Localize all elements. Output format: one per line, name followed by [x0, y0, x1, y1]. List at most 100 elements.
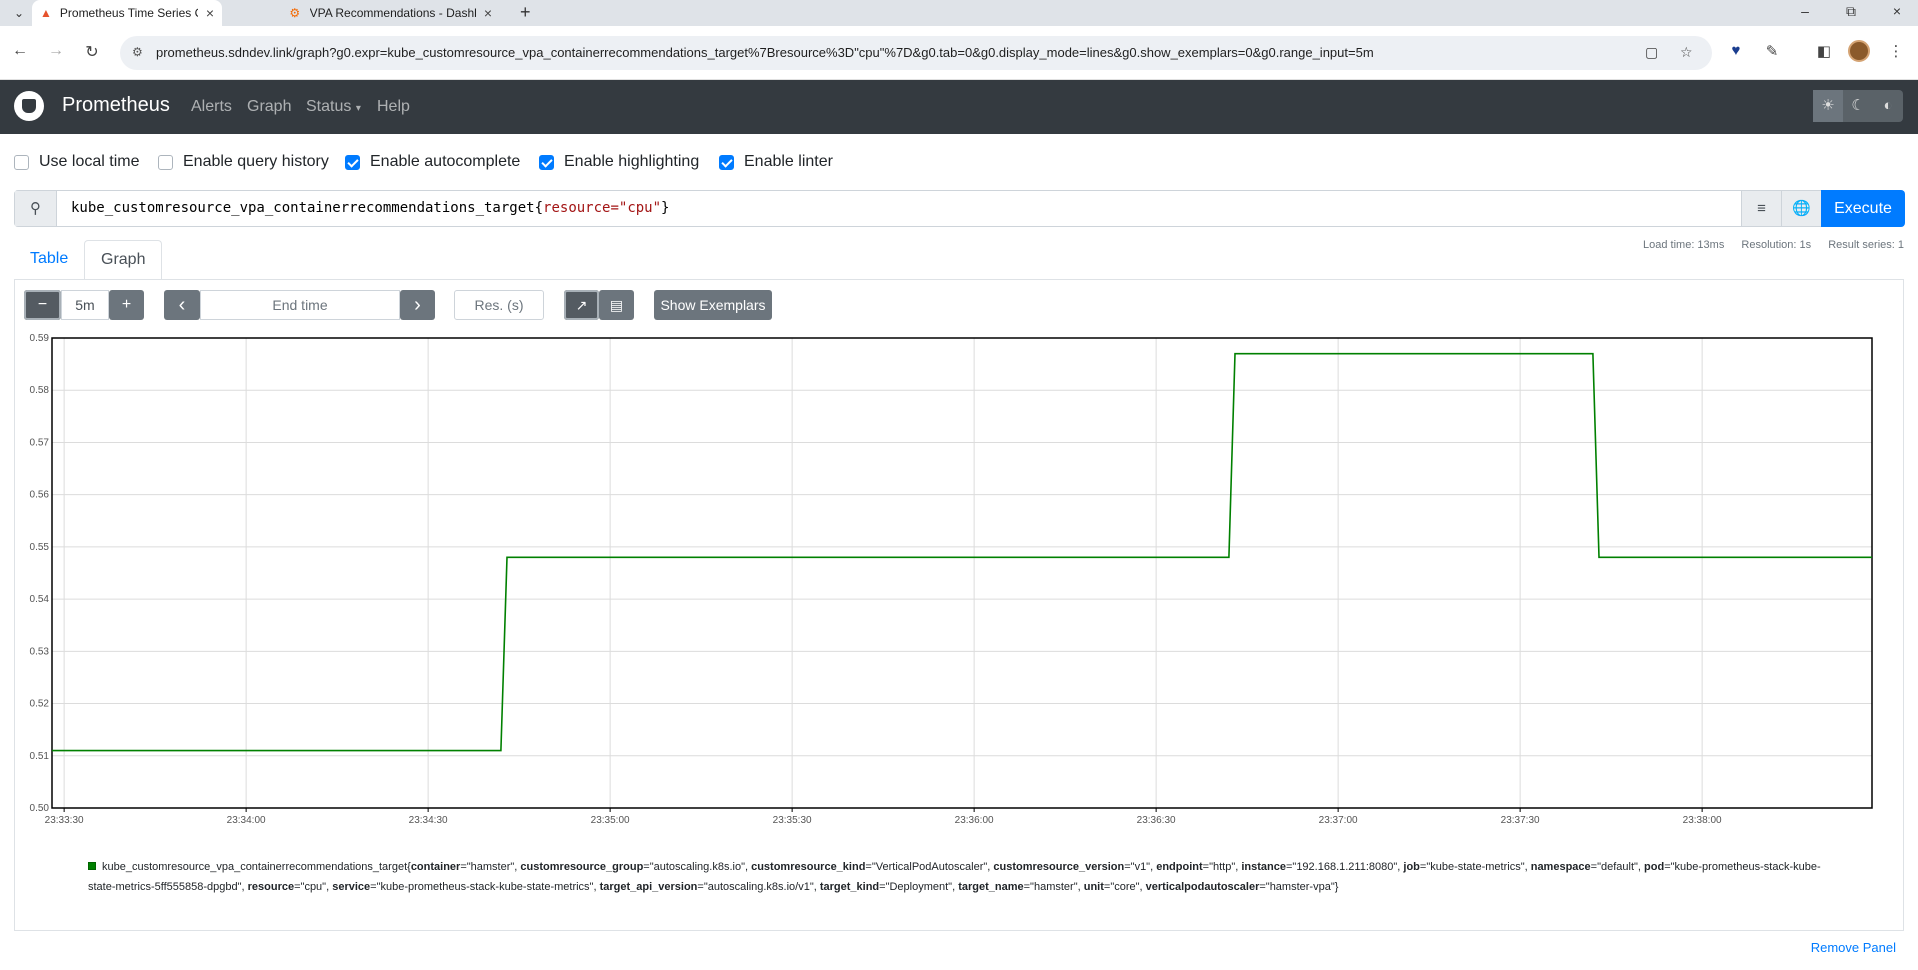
- metrics-explorer-globe-icon[interactable]: 🌐: [1781, 191, 1821, 226]
- legend-label-key: resource: [247, 881, 295, 893]
- extensions-puzzle-icon[interactable]: ✎: [1760, 42, 1784, 60]
- y-tick-label: 0.59: [30, 333, 50, 344]
- half-circle-icon[interactable]: ◐: [1873, 90, 1903, 122]
- profile-avatar[interactable]: [1848, 40, 1870, 62]
- legend-label-key: instance: [1241, 861, 1286, 873]
- legend-metric-name: kube_customresource_vpa_containerrecomme…: [102, 861, 408, 873]
- sun-icon[interactable]: ☀: [1813, 90, 1843, 122]
- legend-label-value: ="kube-state-metrics",: [1419, 861, 1531, 873]
- moon-icon[interactable]: ☾: [1843, 90, 1873, 122]
- option-enable-query-history[interactable]: Enable query history: [158, 153, 329, 171]
- lines-mode-chart-icon[interactable]: ↗: [564, 290, 599, 320]
- checkbox[interactable]: [14, 154, 29, 170]
- show-exemplars-button[interactable]: Show Exemplars: [654, 290, 772, 320]
- prometheus-logo-icon[interactable]: [14, 91, 44, 121]
- navbar-brand[interactable]: Prometheus: [62, 94, 170, 117]
- end-time-back-button[interactable]: ‹: [164, 290, 200, 320]
- x-tick-label: 23:36:30: [1137, 815, 1176, 826]
- end-time-forward-button[interactable]: ›: [400, 290, 435, 320]
- close-tab-icon[interactable]: ×: [206, 5, 214, 21]
- end-time-input[interactable]: End time: [200, 290, 400, 320]
- expr-close-brace: }: [661, 200, 670, 216]
- option-enable-linter[interactable]: Enable linter: [719, 153, 833, 171]
- checkbox-checked[interactable]: [539, 154, 554, 170]
- legend-label-key: target_api_version: [599, 881, 698, 893]
- checkbox-checked[interactable]: [345, 154, 360, 170]
- prometheus-navbar: Prometheus Alerts Graph Status ▾ Help ☀ …: [0, 80, 1918, 134]
- legend-label-value: ="hamster",: [1023, 881, 1084, 893]
- option-label: Enable autocomplete: [370, 153, 521, 170]
- bookmark-star-icon[interactable]: ☆: [1680, 44, 1693, 61]
- back-arrow-icon[interactable]: ←: [8, 42, 32, 60]
- site-info-icon[interactable]: ⚙: [132, 45, 143, 59]
- option-use-local-time[interactable]: Use local time: [14, 153, 139, 171]
- legend-label-value: ="hamster-vpa": [1259, 881, 1335, 893]
- legend-label-value: ="default",: [1590, 861, 1645, 873]
- prometheus-flame-icon: ▲: [40, 6, 52, 20]
- legend-label-value: ="autoscaling.k8s.io",: [643, 861, 752, 873]
- load-time: Load time: 13ms: [1643, 239, 1725, 251]
- execute-button[interactable]: Execute: [1821, 190, 1905, 227]
- y-tick-label: 0.55: [30, 542, 50, 553]
- remove-panel-link[interactable]: Remove Panel: [1811, 940, 1896, 955]
- legend-label-key: job: [1403, 861, 1420, 873]
- caret-down-icon: ▾: [355, 103, 361, 114]
- range-increase-button[interactable]: +: [109, 290, 144, 320]
- legend-label-key: namespace: [1530, 861, 1591, 873]
- option-label: Enable highlighting: [564, 153, 700, 170]
- legend-label-value: ="cpu",: [294, 881, 333, 893]
- nav-link-help[interactable]: Help: [377, 98, 410, 116]
- legend-color-swatch: [88, 862, 96, 870]
- translate-icon[interactable]: ▢: [1645, 44, 1658, 61]
- option-enable-autocomplete[interactable]: Enable autocomplete: [345, 153, 520, 171]
- reload-icon[interactable]: ↻: [80, 42, 104, 62]
- legend-label-value: ="VerticalPodAutoscaler",: [865, 861, 994, 873]
- x-tick-label: 23:37:00: [1319, 815, 1358, 826]
- browser-menu-icon[interactable]: ⋮: [1884, 42, 1908, 60]
- restore-icon[interactable]: ⧉: [1836, 3, 1866, 20]
- url-omnibox[interactable]: ⚙ prometheus.sdndev.link/graph?g0.expr=k…: [120, 36, 1712, 70]
- y-tick-label: 0.54: [30, 594, 50, 605]
- stacked-mode-chart-icon[interactable]: ▤: [599, 290, 634, 320]
- side-panel-icon[interactable]: ◧: [1812, 42, 1836, 60]
- address-bar-row: ← → ↻ ⚙ prometheus.sdndev.link/graph?g0.…: [0, 26, 1918, 80]
- tab-graph[interactable]: Graph: [84, 240, 163, 280]
- browser-tab-prometheus[interactable]: ▲ Prometheus Time Series Collecti ×: [32, 0, 222, 26]
- expression-input[interactable]: kube_customresource_vpa_containerrecomme…: [71, 200, 669, 216]
- tab-table[interactable]: Table: [14, 240, 84, 280]
- resolution-input[interactable]: Res. (s): [454, 290, 544, 320]
- x-tick-label: 23:35:00: [591, 815, 630, 826]
- legend-label-value: ="192.168.1.211:8080",: [1285, 861, 1404, 873]
- new-tab-plus-icon[interactable]: +: [520, 2, 531, 23]
- format-expression-icon[interactable]: ≡: [1741, 191, 1781, 226]
- minimize-icon[interactable]: –: [1790, 3, 1820, 19]
- expression-input-group: ⚲ kube_customresource_vpa_containerrecom…: [14, 190, 1905, 227]
- browser-tab-vpa[interactable]: ⚙ VPA Recommendations - Dashb ×: [280, 0, 500, 26]
- legend-label-key: container: [410, 861, 461, 873]
- checkbox-checked[interactable]: [719, 154, 734, 170]
- browser-tab-title: VPA Recommendations - Dashb: [309, 6, 476, 20]
- extension-heart-icon[interactable]: ♥: [1724, 42, 1748, 59]
- range-input[interactable]: 5m: [61, 290, 109, 320]
- close-window-icon[interactable]: ×: [1882, 3, 1912, 19]
- legend-label-value: ="Deployment",: [879, 881, 959, 893]
- nav-link-graph[interactable]: Graph: [247, 98, 291, 116]
- series-legend[interactable]: kube_customresource_vpa_containerrecomme…: [88, 857, 1828, 897]
- forward-arrow-icon[interactable]: →: [44, 42, 68, 60]
- legend-label-value: ="http",: [1202, 861, 1242, 873]
- result-series: Result series: 1: [1828, 239, 1904, 251]
- range-decrease-button[interactable]: −: [24, 290, 61, 320]
- checkbox[interactable]: [158, 154, 173, 170]
- x-tick-label: 23:33:30: [45, 815, 84, 826]
- close-tab-icon[interactable]: ×: [484, 5, 492, 21]
- legend-label-value: ="v1",: [1124, 861, 1157, 873]
- legend-label-key: customresource_version: [993, 861, 1125, 873]
- y-tick-label: 0.52: [30, 699, 50, 710]
- time-series-chart[interactable]: 0.50 0.51 0.52 0.53 0.54 0.55 0.56 0.57 0.58 0.59…: [20, 330, 1880, 830]
- option-enable-highlighting[interactable]: Enable highlighting: [539, 153, 699, 171]
- legend-label-value: ="kube-prometheus-stack-kube-state-metri…: [370, 881, 600, 893]
- tab-search-chevron-icon[interactable]: ⌄: [9, 3, 29, 23]
- nav-dropdown-status[interactable]: Status ▾: [306, 98, 361, 116]
- expr-open-brace: {: [534, 200, 544, 216]
- nav-link-alerts[interactable]: Alerts: [191, 98, 232, 116]
